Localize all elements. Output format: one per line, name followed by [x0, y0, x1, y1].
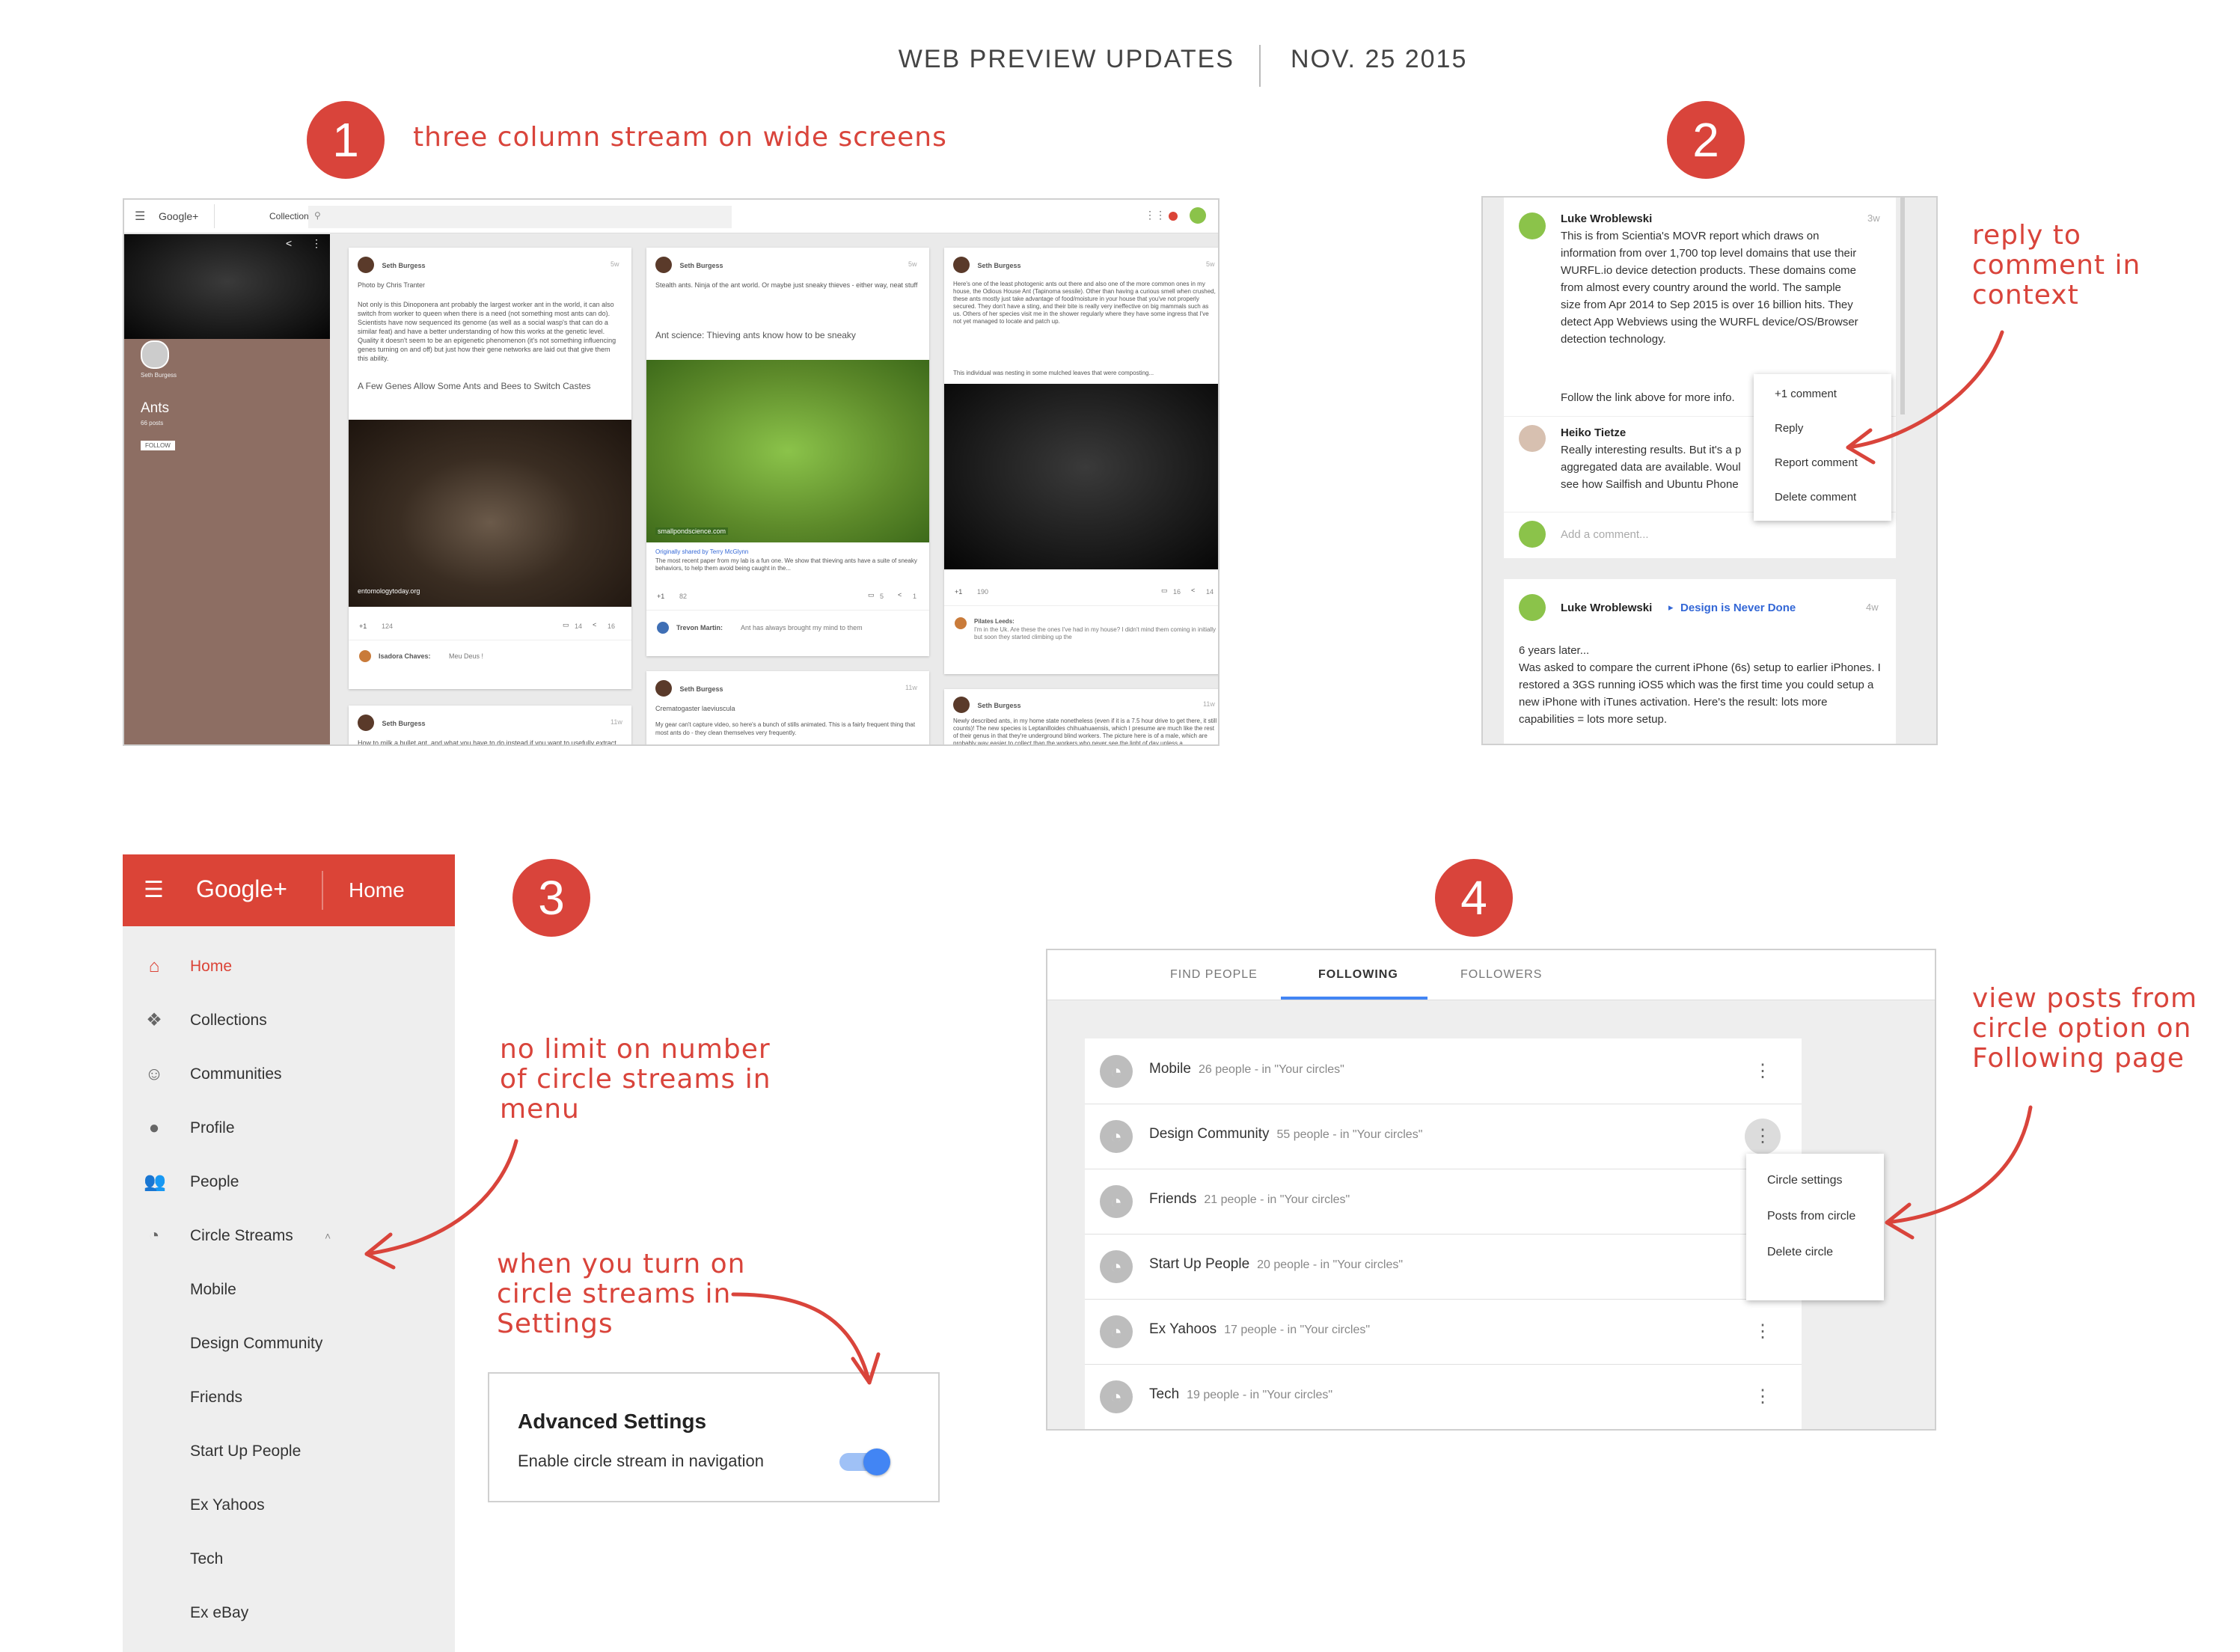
annotation-arrows [364, 330, 2033, 1385]
arrow-settings [731, 1292, 872, 1385]
